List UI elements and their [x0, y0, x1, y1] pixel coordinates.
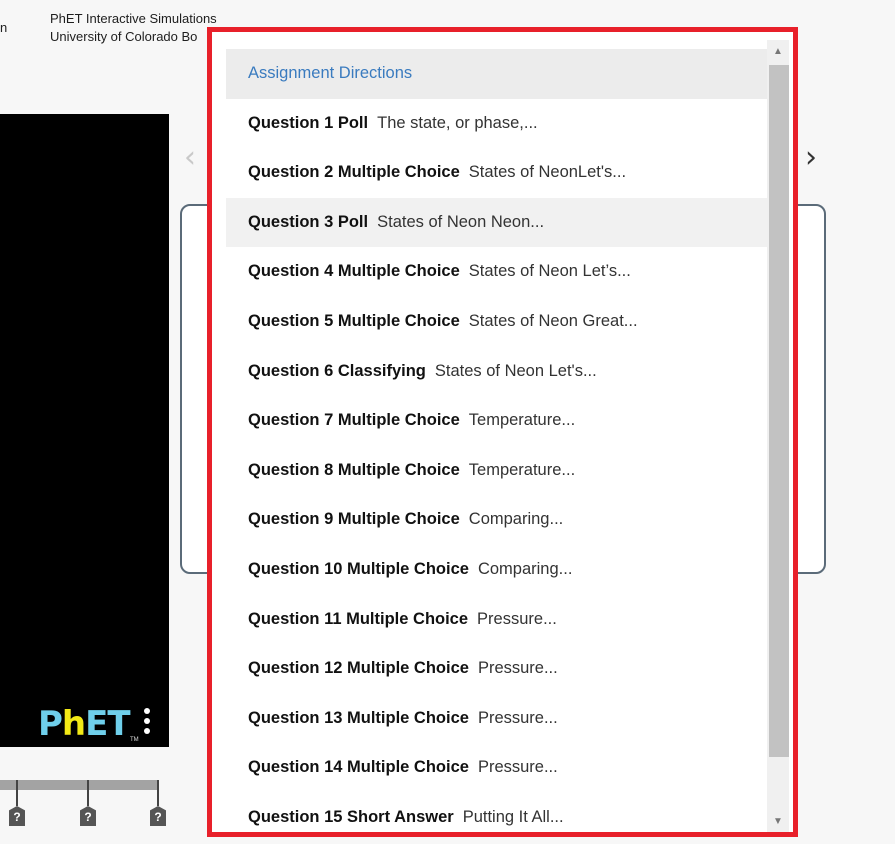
question-description: States of Neon Great... [468, 311, 638, 330]
question-description: Putting It All... [462, 807, 564, 826]
dropdown-scrollbar[interactable]: ▲ ▼ [767, 40, 789, 832]
question-dropdown: Assignment Directions Question 1 Poll The… [207, 27, 798, 837]
question-description: Comparing... [477, 559, 573, 578]
dropdown-item-question-8[interactable]: Question 8 Multiple Choice Temperature... [226, 446, 767, 496]
dropdown-item-question-3[interactable]: Question 3 Poll States of Neon Neon... [226, 197, 767, 248]
dropdown-item-question-12[interactable]: Question 12 Multiple Choice Pressure... [226, 644, 767, 694]
question-description: States of Neon Let’s... [468, 262, 631, 281]
simulation-panel[interactable] [0, 114, 169, 747]
dropdown-item-question-14[interactable]: Question 14 Multiple Choice Pressure... [226, 743, 767, 793]
question-description: States of NeonLet's... [468, 163, 627, 182]
question-title: Question 7 Multiple Choice [248, 411, 460, 430]
page: n PhET Interactive Simulations Universit… [0, 0, 895, 844]
question-description: Temperature... [468, 411, 576, 430]
previous-question-chevron-icon[interactable]: ‹ [184, 140, 196, 175]
question-description: States of Neon Let's... [434, 361, 597, 380]
question-dropdown-list: Assignment Directions Question 1 Poll The… [226, 49, 767, 832]
phet-logo-et: ET [85, 704, 130, 744]
question-title: Question 13 Multiple Choice [248, 708, 469, 727]
question-title: Question 12 Multiple Choice [248, 659, 469, 678]
dropdown-item-question-7[interactable]: Question 7 Multiple Choice Temperature... [226, 396, 767, 446]
dropdown-item-question-10[interactable]: Question 10 Multiple Choice Comparing... [226, 545, 767, 595]
question-title: Question 11 Multiple Choice [248, 609, 469, 628]
question-marker-icon: ? [150, 806, 166, 826]
scrollbar-thumb[interactable] [769, 65, 789, 757]
question-title: Question 4 Multiple Choice [248, 262, 460, 281]
more-options-icon[interactable] [143, 708, 151, 740]
header-left-partial-text: n [0, 20, 8, 35]
organization-name: PhET Interactive Simulations University … [50, 10, 217, 46]
organization-line-2: University of Colorado Bo [50, 29, 198, 44]
dropdown-item-question-6[interactable]: Question 6 Classifying States of Neon Let… [226, 347, 767, 397]
phet-logo[interactable]: PhET [38, 704, 131, 744]
question-description: The state, or phase,... [377, 113, 538, 132]
question-description: Pressure... [477, 609, 557, 628]
question-description: Comparing... [468, 510, 564, 529]
organization-line-1: PhET Interactive Simulations [50, 11, 217, 26]
question-marker[interactable]: ? [149, 780, 167, 828]
question-description: States of Neon Neon... [377, 212, 545, 231]
phet-logo-h: h [61, 704, 86, 744]
question-description: Pressure... [477, 758, 558, 777]
phet-logo-p: P [38, 704, 63, 744]
question-description: Temperature... [468, 460, 576, 479]
dropdown-item-question-13[interactable]: Question 13 Multiple Choice Pressure... [226, 694, 767, 744]
dropdown-item-question-4[interactable]: Question 4 Multiple Choice States of Neon… [226, 247, 767, 297]
question-description: Pressure... [477, 659, 558, 678]
question-title: Question 10 Multiple Choice [248, 559, 469, 578]
question-title: Question 2 Multiple Choice [248, 163, 460, 182]
scroll-down-arrow-icon[interactable]: ▼ [767, 814, 789, 830]
question-marker[interactable]: ? [79, 780, 97, 828]
question-title: Question 3 Poll [248, 212, 369, 231]
question-title: Question 9 Multiple Choice [248, 510, 460, 529]
dropdown-item-question-9[interactable]: Question 9 Multiple Choice Comparing... [226, 495, 767, 545]
dropdown-item-question-2[interactable]: Question 2 Multiple Choice States of Neon… [226, 148, 767, 198]
next-question-chevron-icon[interactable]: › [805, 140, 817, 175]
question-title: Question 8 Multiple Choice [248, 460, 460, 479]
phet-trademark: TM [130, 737, 139, 743]
question-title: Question 14 Multiple Choice [248, 758, 469, 777]
dropdown-item-question-11[interactable]: Question 11 Multiple Choice Pressure... [226, 595, 767, 645]
question-title: Question 1 Poll [248, 113, 369, 132]
question-title: Question 15 Short Answer [248, 807, 454, 826]
dropdown-item-question-5[interactable]: Question 5 Multiple Choice States of Neon… [226, 297, 767, 347]
dropdown-item-question-1[interactable]: Question 1 Poll The state, or phase,... [226, 99, 767, 149]
dropdown-item-assignment-directions[interactable]: Assignment Directions [226, 49, 767, 99]
question-title: Question 6 Classifying [248, 361, 426, 380]
scroll-up-arrow-icon[interactable]: ▲ [767, 44, 789, 60]
dropdown-item-question-15[interactable]: Question 15 Short Answer Putting It All..… [226, 793, 767, 832]
question-marker-icon: ? [9, 806, 25, 826]
question-description: Pressure... [477, 708, 558, 727]
question-title: Question 5 Multiple Choice [248, 311, 460, 330]
question-marker[interactable]: ? [8, 780, 26, 828]
question-marker-icon: ? [80, 806, 96, 826]
